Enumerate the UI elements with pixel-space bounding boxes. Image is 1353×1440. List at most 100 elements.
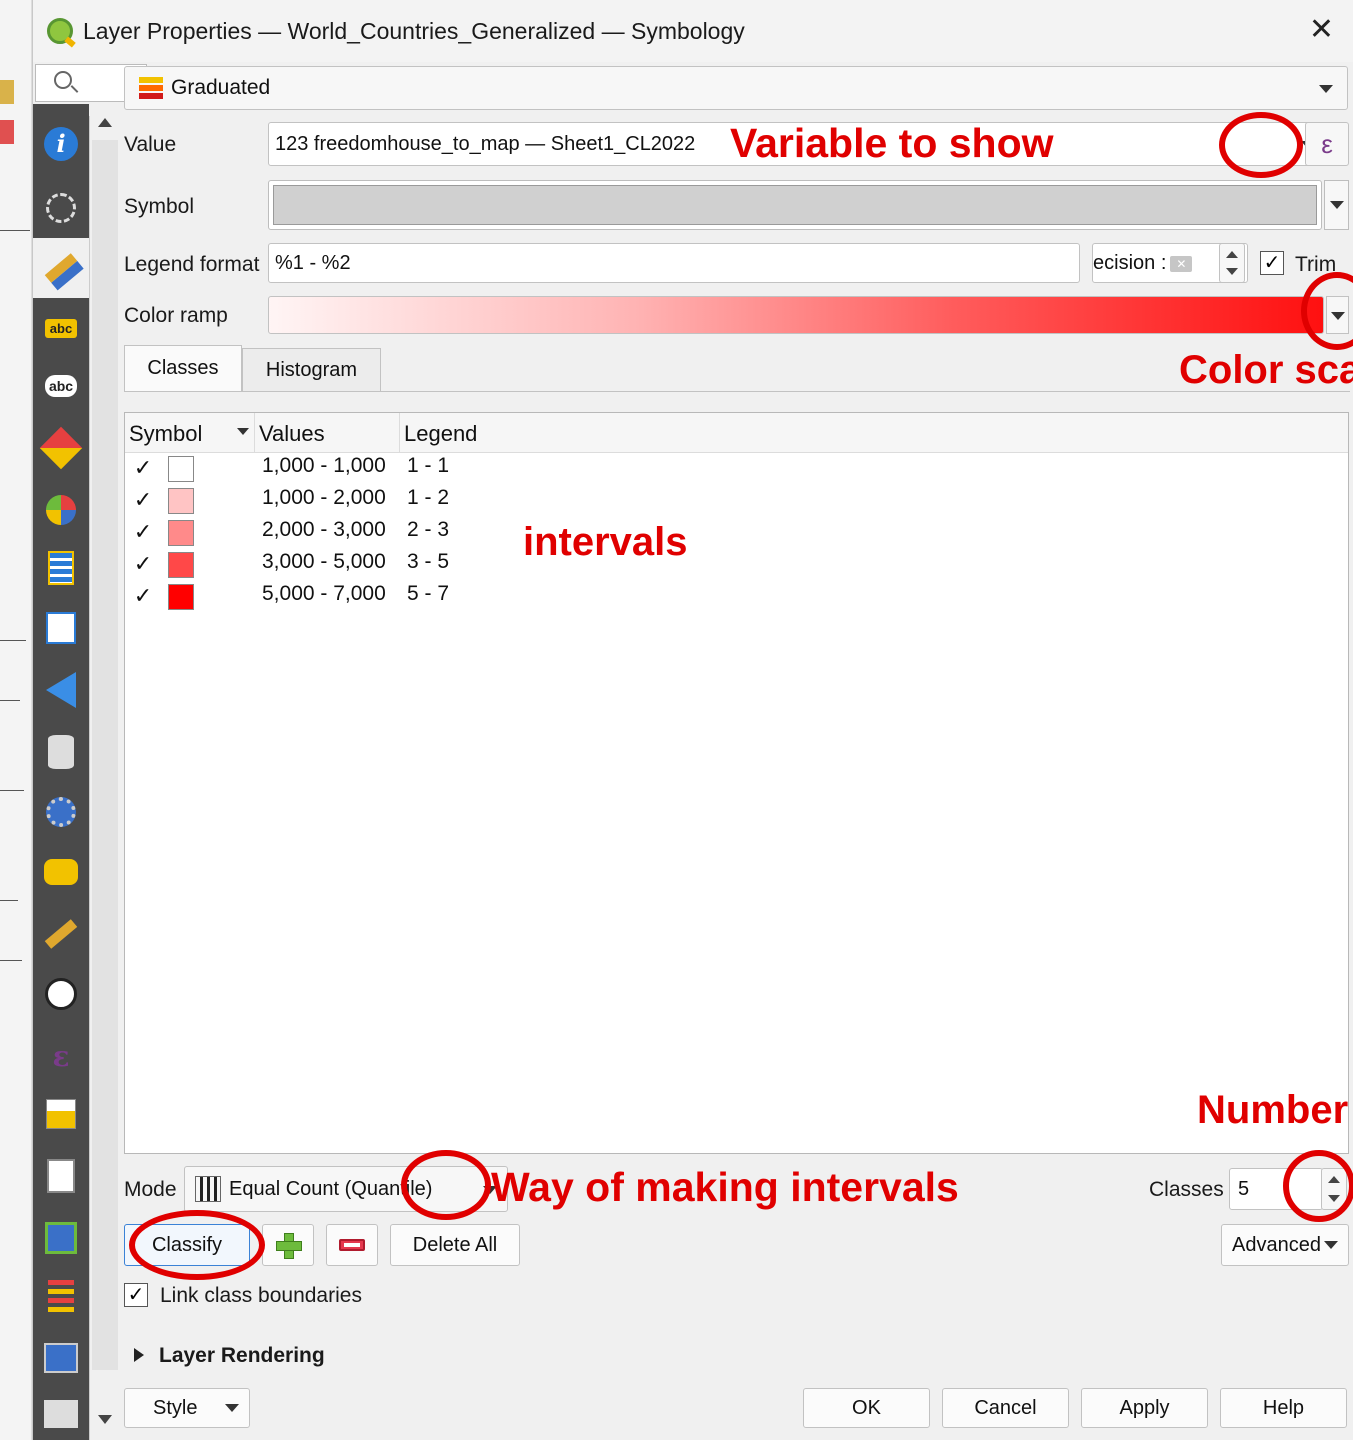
sidebar: i abc abc ε	[33, 104, 89, 1440]
class-values[interactable]: 5,000 - 7,000	[262, 582, 386, 606]
table-row[interactable]: ✓ 5,000 - 7,000 5 - 7	[125, 581, 1348, 613]
annotation-variable: Variable to show	[730, 120, 1054, 166]
map-label-icon	[0, 120, 14, 144]
sidebar-scrollbar[interactable]	[89, 116, 119, 1440]
column-header-values[interactable]: Values	[255, 413, 400, 453]
class-legend[interactable]: 5 - 7	[407, 582, 449, 606]
tab-divider	[124, 391, 1350, 392]
table-header: Symbol Values Legend	[125, 413, 1348, 453]
diagrams-icon[interactable]	[41, 490, 81, 530]
add-class-button[interactable]	[262, 1224, 314, 1266]
dependencies-icon[interactable]	[41, 1218, 81, 1258]
class-checkbox[interactable]: ✓	[131, 553, 155, 577]
table-row[interactable]: ✓ 1,000 - 1,000 1 - 1	[125, 453, 1348, 485]
help-button[interactable]: Help	[1220, 1388, 1347, 1428]
class-color-swatch[interactable]	[168, 456, 194, 482]
temporal-icon[interactable]	[41, 974, 81, 1014]
color-ramp-button[interactable]	[268, 296, 1324, 334]
annotation-ring-value	[1219, 112, 1303, 178]
precision-stepper[interactable]	[1219, 243, 1245, 283]
table-row[interactable]: ✓ 1,000 - 2,000 1 - 2	[125, 485, 1348, 517]
digitizing-icon[interactable]	[41, 1394, 81, 1434]
delete-all-button[interactable]: Delete All	[390, 1224, 520, 1266]
annotation-color-scale: Color sca	[1179, 348, 1353, 392]
attributes-form-icon[interactable]	[41, 608, 81, 648]
joins-icon[interactable]	[41, 670, 81, 710]
tab-histogram[interactable]: Histogram	[242, 348, 381, 391]
expand-arrow-icon[interactable]	[134, 1348, 144, 1362]
metadata-icon[interactable]	[41, 1156, 81, 1196]
labels-icon[interactable]: abc	[41, 308, 81, 348]
map-line	[0, 960, 22, 961]
class-legend[interactable]: 2 - 3	[407, 518, 449, 542]
class-values[interactable]: 1,000 - 1,000	[262, 454, 386, 478]
class-color-swatch[interactable]	[168, 520, 194, 546]
class-values[interactable]: 2,000 - 3,000	[262, 518, 386, 542]
style-button[interactable]: Style	[124, 1388, 250, 1428]
class-legend[interactable]: 1 - 2	[407, 486, 449, 510]
class-legend[interactable]: 3 - 5	[407, 550, 449, 574]
auxiliary-storage-icon[interactable]	[41, 732, 81, 772]
class-checkbox[interactable]: ✓	[131, 457, 155, 481]
3d-view-icon[interactable]	[39, 426, 83, 470]
link-boundaries-checkbox[interactable]: ✓	[124, 1283, 148, 1307]
legend-icon[interactable]	[41, 1276, 81, 1316]
advanced-button[interactable]: Advanced	[1221, 1224, 1349, 1266]
column-header-legend[interactable]: Legend	[400, 413, 1350, 453]
table-row[interactable]: ✓ 3,000 - 5,000 3 - 5	[125, 549, 1348, 581]
server-icon[interactable]	[41, 1338, 81, 1378]
annotation-ring-classify	[129, 1210, 265, 1280]
fields-icon[interactable]	[41, 548, 81, 588]
precision-text: ecision :	[1093, 252, 1167, 274]
rendering-icon[interactable]	[41, 914, 81, 954]
map-toolbar-icon	[0, 80, 14, 104]
annotation-way: Way of making intervals	[491, 1164, 959, 1210]
trim-checkbox[interactable]: ✓	[1260, 251, 1284, 275]
variables-icon[interactable]: ε	[41, 1036, 81, 1076]
class-color-swatch[interactable]	[168, 584, 194, 610]
sort-arrow-icon	[237, 428, 249, 435]
display-icon[interactable]	[41, 852, 81, 892]
symbol-dropdown[interactable]	[1324, 180, 1349, 230]
scroll-thumb[interactable]	[92, 140, 118, 1370]
chevron-down-icon	[1330, 201, 1344, 209]
symbol-label: Symbol	[124, 195, 195, 218]
table-row[interactable]: ✓ 2,000 - 3,000 2 - 3	[125, 517, 1348, 549]
remove-class-button[interactable]	[326, 1224, 378, 1266]
symbol-button[interactable]	[268, 180, 1322, 230]
source-icon[interactable]	[41, 188, 81, 228]
elevation-icon[interactable]	[41, 1094, 81, 1134]
masks-icon[interactable]: abc	[41, 366, 81, 406]
tab-classes[interactable]: Classes	[124, 345, 242, 391]
qgis-logo-icon	[47, 18, 73, 44]
cancel-button[interactable]: Cancel	[942, 1388, 1069, 1428]
link-boundaries-label: Link class boundaries	[160, 1284, 362, 1307]
scroll-up-icon[interactable]	[98, 118, 112, 127]
legend-format-input[interactable]: %1 - %2	[268, 243, 1080, 283]
class-color-swatch[interactable]	[168, 552, 194, 578]
clear-icon[interactable]: ✕	[1170, 255, 1193, 272]
class-checkbox[interactable]: ✓	[131, 489, 155, 513]
class-checkbox[interactable]: ✓	[131, 585, 155, 609]
class-color-swatch[interactable]	[168, 488, 194, 514]
apply-button[interactable]: Apply	[1081, 1388, 1208, 1428]
class-values[interactable]: 1,000 - 2,000	[262, 486, 386, 510]
renderer-combo[interactable]: Graduated	[124, 66, 1348, 110]
advanced-label: Advanced	[1232, 1233, 1321, 1256]
layer-rendering-section[interactable]: Layer Rendering	[159, 1344, 325, 1368]
map-line	[0, 790, 24, 791]
actions-icon[interactable]	[41, 792, 81, 832]
close-icon[interactable]: ✕	[1309, 12, 1334, 47]
column-header-symbol[interactable]: Symbol	[125, 413, 255, 453]
graduated-renderer-icon	[139, 77, 163, 99]
classes-table[interactable]: Symbol Values Legend ✓ 1,000 - 1,000 1 -…	[124, 412, 1349, 1154]
class-checkbox[interactable]: ✓	[131, 521, 155, 545]
style-label: Style	[153, 1396, 198, 1419]
expression-button[interactable]: ε	[1305, 122, 1349, 166]
class-values[interactable]: 3,000 - 5,000	[262, 550, 386, 574]
symbology-icon[interactable]	[33, 238, 89, 298]
information-icon[interactable]: i	[41, 124, 81, 164]
ok-button[interactable]: OK	[803, 1388, 930, 1428]
scroll-down-icon[interactable]	[98, 1415, 112, 1424]
class-legend[interactable]: 1 - 1	[407, 454, 449, 478]
